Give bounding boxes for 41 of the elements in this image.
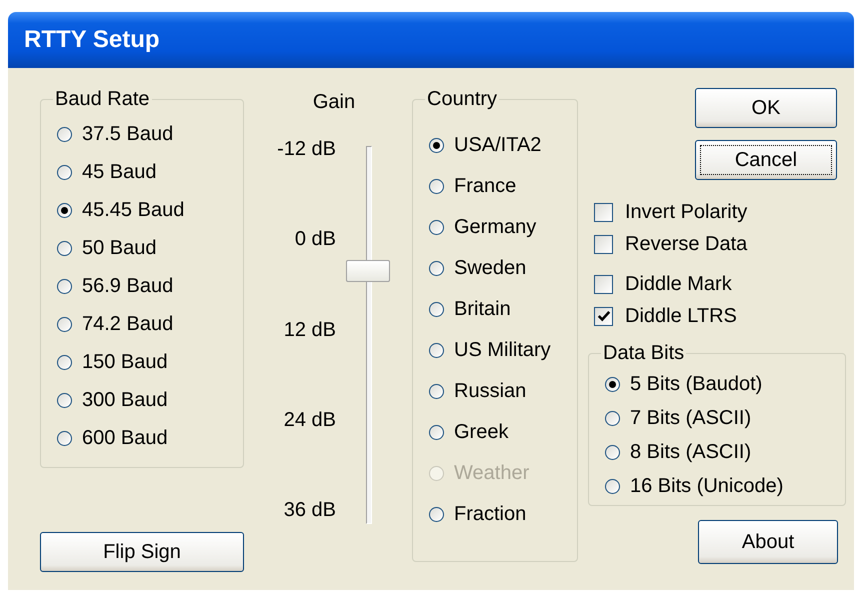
baud-radio[interactable]: 56.9 Baud — [57, 267, 243, 305]
baud-radio[interactable]: 37.5 Baud — [57, 115, 243, 153]
data-bits-radio[interactable]: 5 Bits (Baudot) — [605, 367, 845, 401]
flip-sign-button[interactable]: Flip Sign — [40, 532, 244, 572]
baud-radio[interactable]: 600 Baud — [57, 419, 243, 457]
baud-radio[interactable]: 50 Baud — [57, 229, 243, 267]
slider-thumb[interactable] — [346, 260, 390, 282]
country-radio[interactable]: Fraction — [429, 494, 577, 535]
about-button[interactable]: About — [698, 520, 838, 564]
country-radio[interactable]: Britain — [429, 289, 577, 330]
baud-radio[interactable]: 300 Baud — [57, 381, 243, 419]
window-title: RTTY Setup — [24, 26, 160, 54]
tick-label: 24 dB — [284, 408, 336, 432]
checkbox-option[interactable]: Diddle LTRS — [594, 300, 844, 332]
country-radio[interactable]: US Military — [429, 330, 577, 371]
tick-label: 0 dB — [294, 228, 336, 252]
gain-label: Gain — [312, 91, 356, 114]
country-radio[interactable]: Russian — [429, 371, 577, 412]
baud-radio[interactable]: 45 Baud — [57, 153, 243, 191]
country-radio[interactable]: USA/ITA2 — [429, 125, 577, 166]
cancel-button[interactable]: Cancel — [695, 140, 837, 180]
tick-label: -12 dB — [277, 138, 336, 161]
group-label: Data Bits — [602, 342, 686, 365]
group-label: Country — [426, 88, 498, 111]
checkbox-option[interactable]: Reverse Data — [594, 228, 844, 260]
country-radio[interactable]: Sweden — [429, 248, 577, 289]
baud-radio[interactable]: 74.2 Baud — [57, 305, 243, 343]
tick-label: 12 dB — [284, 318, 336, 342]
data-bits-radio[interactable]: 8 Bits (ASCII) — [605, 435, 845, 469]
group-label: Baud Rate — [54, 88, 151, 111]
country-radio[interactable]: France — [429, 166, 577, 207]
checkbox-option[interactable]: Diddle Mark — [594, 268, 844, 300]
country-radio[interactable]: Germany — [429, 207, 577, 248]
baud-radio[interactable]: 150 Baud — [57, 343, 243, 381]
data-bits-radio[interactable]: 7 Bits (ASCII) — [605, 401, 845, 435]
baud-radio[interactable]: 45.45 Baud — [57, 191, 243, 229]
ok-button[interactable]: OK — [695, 88, 837, 128]
tick-label: 36 dB — [284, 499, 336, 522]
country-radio[interactable]: Greek — [429, 412, 577, 453]
checkbox-option[interactable]: Invert Polarity — [594, 196, 844, 228]
data-bits-radio[interactable]: 16 Bits (Unicode) — [605, 469, 845, 503]
